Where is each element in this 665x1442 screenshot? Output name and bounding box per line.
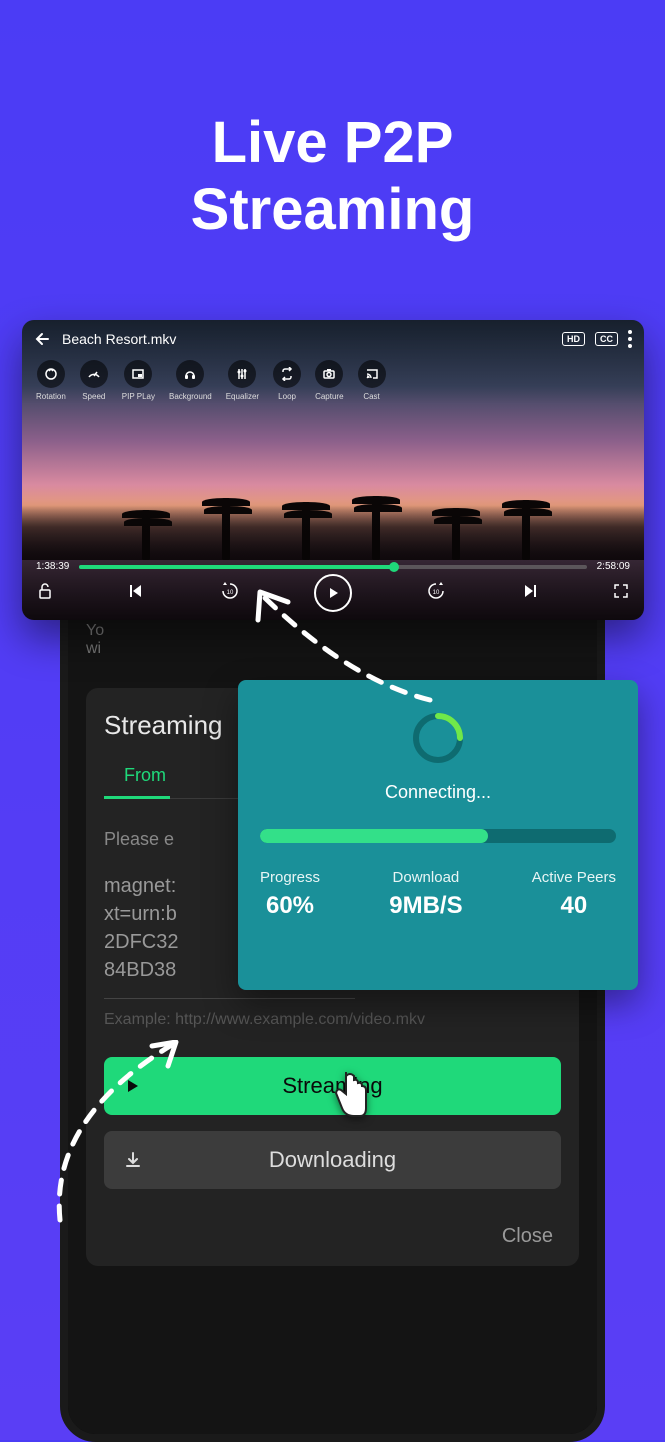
spinner-icon — [408, 708, 468, 768]
progress-bar — [260, 829, 616, 843]
stat-download: Download 9MB/S — [389, 869, 462, 920]
video-filename: Beach Resort.mkv — [62, 331, 176, 347]
forward-10-button[interactable]: 10 — [425, 580, 447, 607]
hero-title: Live P2P Streaming — [0, 0, 665, 243]
stat-progress: Progress 60% — [260, 869, 320, 920]
connecting-card: Connecting... Progress 60% Download 9MB/… — [238, 680, 638, 990]
prev-button[interactable] — [127, 582, 145, 605]
tool-speed[interactable]: Speed — [80, 360, 108, 401]
close-button[interactable]: Close — [104, 1225, 561, 1248]
svg-text:10: 10 — [226, 590, 233, 596]
background-subtext: Yo wi — [86, 622, 579, 658]
connecting-status: Connecting... — [260, 782, 616, 803]
back-button[interactable] — [34, 330, 52, 348]
more-menu-icon[interactable] — [628, 330, 632, 348]
rewind-10-button[interactable]: 10 — [219, 580, 241, 607]
hd-badge[interactable]: HD — [562, 332, 585, 346]
stat-peers: Active Peers 40 — [532, 869, 616, 920]
tool-cast[interactable]: Cast — [358, 360, 386, 401]
tool-pip[interactable]: PIP PLay — [122, 360, 155, 401]
time-total: 2:58:09 — [597, 561, 630, 572]
seek-bar[interactable] — [79, 565, 586, 569]
tool-capture[interactable]: Capture — [315, 360, 343, 401]
example-text: Example: http://www.example.com/video.mk… — [104, 1011, 561, 1029]
svg-text:10: 10 — [433, 590, 440, 596]
lock-button[interactable] — [36, 582, 54, 605]
tool-loop[interactable]: Loop — [273, 360, 301, 401]
tool-rotation[interactable]: Rotation — [36, 360, 66, 401]
cc-badge[interactable]: CC — [595, 332, 618, 346]
cursor-icon — [328, 1068, 372, 1125]
next-button[interactable] — [521, 582, 539, 605]
fullscreen-button[interactable] — [612, 582, 630, 605]
tab-from[interactable]: From — [104, 765, 170, 799]
time-current: 1:38:39 — [36, 561, 69, 572]
downloading-button[interactable]: Downloading — [104, 1131, 561, 1189]
play-button[interactable] — [314, 574, 352, 612]
video-player: Beach Resort.mkv HD CC Rotation Speed PI… — [22, 320, 644, 620]
tool-background[interactable]: Background — [169, 360, 212, 401]
tool-equalizer[interactable]: Equalizer — [226, 360, 259, 401]
